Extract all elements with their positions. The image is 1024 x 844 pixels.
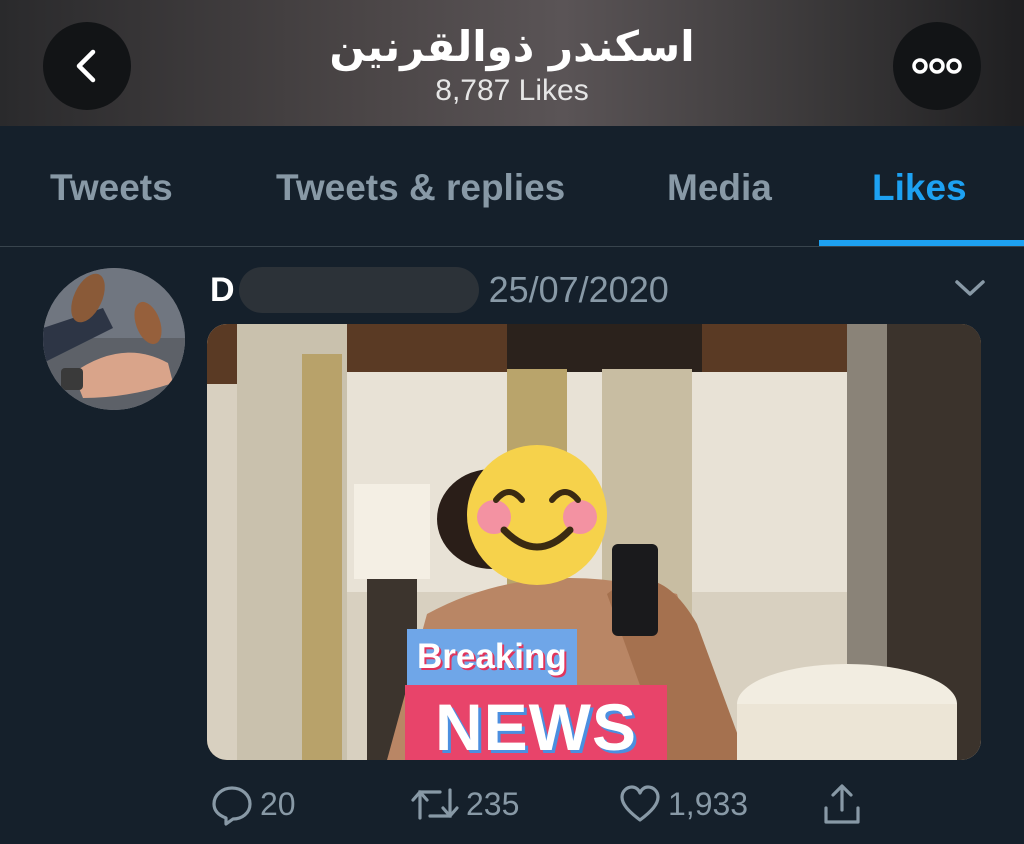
- chevron-down-icon: [955, 280, 985, 296]
- active-tab-indicator: [819, 240, 1024, 246]
- smiling-face-emoji: [467, 445, 607, 585]
- profile-name: اسكندر ذوالقرنين: [329, 22, 695, 71]
- like-button[interactable]: 1,933: [618, 782, 748, 826]
- tweet-menu-caret[interactable]: [954, 278, 986, 303]
- reply-button[interactable]: 20: [210, 782, 296, 826]
- author-name[interactable]: D: [210, 271, 235, 310]
- breaking-text: Breaking: [417, 637, 567, 676]
- reply-count: 20: [260, 785, 296, 822]
- breaking-sticker: Breaking: [407, 629, 577, 685]
- retweet-button[interactable]: 235: [410, 782, 519, 826]
- retweet-count: 235: [466, 785, 520, 822]
- tab-tweets[interactable]: Tweets: [50, 166, 173, 210]
- tweet-header: D 25/07/2020: [210, 266, 669, 314]
- share-button[interactable]: [820, 782, 864, 826]
- share-icon: [824, 784, 860, 824]
- retweet-icon: [411, 788, 459, 820]
- likes-count: 8,787 Likes: [435, 74, 589, 107]
- reply-icon: [212, 786, 252, 826]
- news-text: NEWS: [435, 689, 637, 761]
- avatar[interactable]: [43, 268, 185, 410]
- tweet-media-image[interactable]: Breaking NEWS: [207, 324, 981, 760]
- tweet-date[interactable]: 25/07/2020: [489, 269, 669, 311]
- news-sticker: NEWS: [405, 685, 667, 760]
- heart-icon: [620, 785, 660, 822]
- tab-likes[interactable]: Likes: [872, 166, 967, 210]
- profile-header: اسكندر ذوالقرنين 8,787 Likes: [0, 0, 1024, 126]
- more-button[interactable]: [893, 22, 981, 110]
- redacted-name: [238, 267, 479, 313]
- more-horizontal-icon: [912, 58, 962, 74]
- tab-tweets-replies[interactable]: Tweets & replies: [276, 166, 565, 210]
- like-count: 1,933: [668, 785, 749, 822]
- profile-tabs: Tweets Tweets & replies Media Likes: [0, 126, 1024, 247]
- tab-media[interactable]: Media: [667, 166, 772, 210]
